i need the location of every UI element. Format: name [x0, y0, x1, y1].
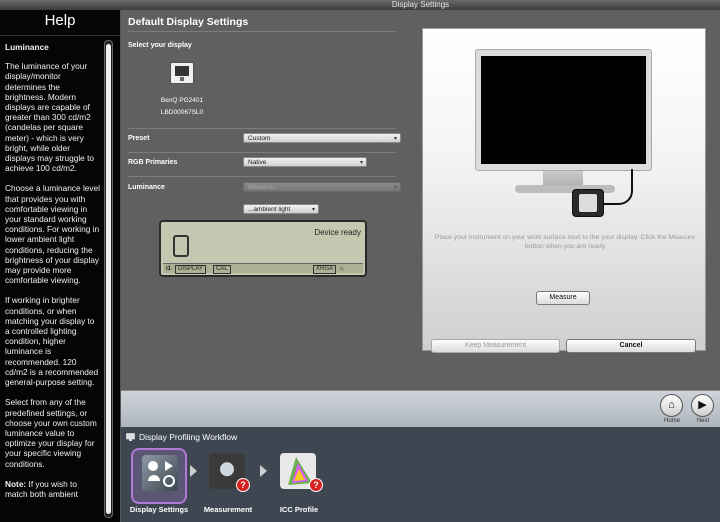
luminance-label: Luminance	[128, 184, 165, 191]
preset-label: Preset	[128, 135, 150, 142]
luminance-select[interactable]: Measure... ▾	[243, 182, 401, 192]
divider	[128, 176, 396, 177]
step-label: Display Settings	[129, 505, 189, 514]
help-paragraph: Select from any of the predefined settin…	[5, 397, 97, 469]
step-label: Measurement	[203, 505, 253, 514]
question-badge-icon: ?	[309, 478, 323, 492]
help-panel: Help Luminance The luminance of your dis…	[0, 0, 121, 522]
help-scrollbar[interactable]	[104, 40, 113, 518]
monitor-illustration	[475, 49, 652, 171]
colorimeter-face	[579, 194, 597, 212]
main-panel: Default Display Settings Select your dis…	[121, 10, 720, 390]
keep-measurement-button[interactable]: Keep Measurement	[431, 339, 560, 353]
rgb-primaries-select[interactable]: Native ▾	[243, 157, 367, 167]
device-status-strip: i1 DISPLAY CAL XRGA ☼	[163, 263, 363, 274]
preset-select[interactable]: Custom ▾	[243, 133, 401, 143]
step-label: ICC Profile	[279, 505, 319, 514]
window-title: Display Settings	[391, 0, 450, 9]
next-button[interactable]: ▶	[691, 394, 714, 417]
device-xrga-tag: XRGA	[313, 265, 337, 274]
workflow-step-icc-profile[interactable]: ?	[271, 448, 327, 504]
luminance-value: Measure...	[248, 184, 279, 191]
display-serial: LBD00067SL0	[160, 109, 204, 116]
chevron-right-icon	[260, 465, 267, 477]
divider	[128, 31, 396, 32]
device-status-display: Device ready i1 DISPLAY CAL XRGA ☼	[159, 220, 367, 277]
dropdown-arrow-icon: ▾	[311, 207, 315, 213]
dropdown-arrow-icon: ▾	[393, 136, 397, 142]
divider	[128, 152, 396, 153]
instrument-cable	[599, 169, 633, 205]
home-label: Home	[663, 418, 680, 424]
device-status: Device ready	[314, 228, 361, 237]
ambient-light-select[interactable]: ...ambient light ▾	[243, 204, 319, 214]
divider	[128, 128, 396, 129]
help-note: Note: If you wish to match both ambient	[5, 479, 101, 499]
instrument-icon	[173, 235, 189, 257]
device-logo: i1	[166, 266, 172, 272]
title-bar: Display Settings	[0, 0, 720, 10]
help-paragraph: The luminance of your display/monitor de…	[5, 61, 95, 174]
section-title: Default Display Settings	[128, 16, 249, 28]
workflow-panel: Display Profiling Workflow Display Setti…	[121, 427, 720, 522]
dropdown-arrow-icon: ▾	[359, 160, 363, 166]
dropdown-arrow-icon: ▾	[393, 185, 397, 191]
monitor-screen	[481, 56, 646, 164]
preset-value: Custom	[248, 135, 271, 142]
next-label: Next	[696, 418, 710, 424]
measure-button[interactable]: Measure	[536, 291, 590, 305]
select-display-label: Select your display	[128, 42, 192, 49]
help-heading: Luminance	[5, 42, 49, 52]
display-name: BenQ PG2401	[160, 97, 204, 104]
navigation-bar: ⌂ Home ▶ Next	[121, 390, 720, 427]
help-paragraph: Choose a luminance level that provides y…	[5, 183, 101, 286]
display-settings-glyph	[148, 461, 175, 487]
rgb-primaries-label: RGB Primaries	[128, 159, 178, 166]
monitor-screen-shape	[175, 66, 189, 76]
monitor-stand-shape	[180, 77, 184, 81]
display-monitor-icon[interactable]	[170, 62, 194, 84]
play-next-icon: ▶	[698, 399, 707, 411]
home-icon: ⌂	[668, 399, 675, 411]
ambient-light-value: ...ambient light	[248, 206, 291, 213]
workflow-step-measurement[interactable]: ?	[200, 448, 256, 504]
help-scroll-thumb[interactable]	[106, 44, 111, 514]
colorimeter-icon	[572, 189, 604, 217]
chevron-right-icon	[190, 465, 197, 477]
light-bulb-icon: ☼	[339, 266, 345, 272]
cancel-button[interactable]: Cancel	[566, 339, 696, 353]
help-paragraph: If working in brighter conditions, or wh…	[5, 295, 99, 388]
help-note-label: Note:	[5, 478, 27, 489]
instruction-text: Place your instrument on your work surfa…	[434, 234, 696, 250]
device-display-tag: DISPLAY	[175, 265, 206, 274]
question-badge-icon: ?	[236, 478, 250, 492]
workflow-step-display-settings[interactable]	[131, 448, 187, 504]
workflow-title: Display Profiling Workflow	[139, 432, 238, 442]
display-settings-icon	[142, 455, 178, 491]
rgb-primaries-value: Native	[248, 159, 267, 166]
home-button[interactable]: ⌂	[660, 394, 683, 417]
help-content: Luminance The luminance of your display/…	[5, 42, 101, 509]
device-cal-tag: CAL	[213, 265, 231, 274]
measurement-preview: Place your instrument on your work surfa…	[422, 28, 706, 353]
monitor-icon	[126, 433, 135, 441]
